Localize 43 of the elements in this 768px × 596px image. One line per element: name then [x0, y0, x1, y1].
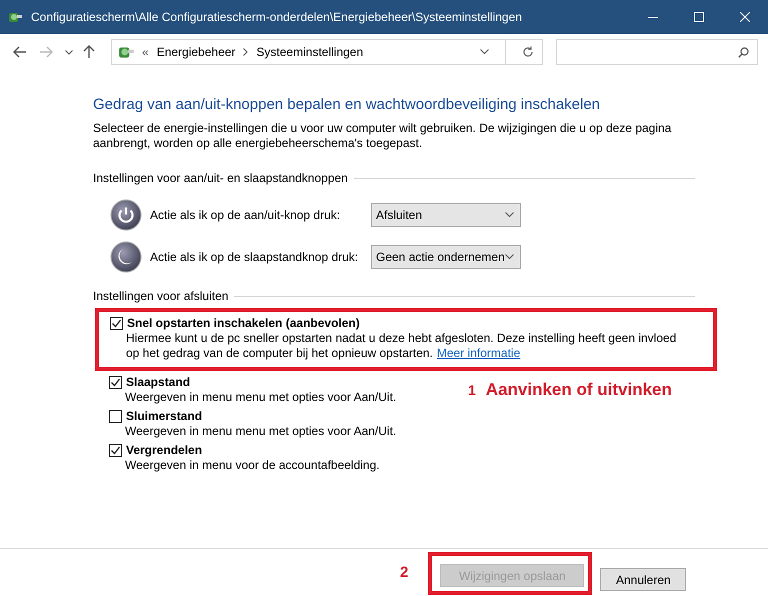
close-icon[interactable]: [740, 12, 750, 22]
section-title: Instellingen voor afsluiten: [93, 289, 228, 303]
section-title: Instellingen voor aan/uit- en slaapstandknoppen: [93, 171, 348, 185]
breadcrumb[interactable]: Energiebeheer: [156, 45, 236, 59]
callout-number: 2: [400, 564, 408, 581]
option-label[interactable]: Slaapstand: [126, 375, 190, 389]
chevron-down-icon: [505, 254, 514, 260]
action-dropdown[interactable]: Geen actie ondernemen: [371, 245, 521, 269]
option-description: Hiermee kunt u de pc sneller opstarten nadat u deze hebt afgesloten. Deze instelling heeft geen invloed op het gedrag van de computer bij het opnieuw opstarten. Meer informatie: [126, 331, 678, 361]
maximize-icon[interactable]: [694, 12, 704, 22]
callout-text: Aanvinken of uitvinken: [486, 380, 672, 400]
action-label: Actie als ik op de aan/uit-knop druk:: [150, 208, 342, 222]
overflow-chevrons[interactable]: «: [142, 45, 149, 59]
checkbox[interactable]: [109, 444, 122, 456]
checkbox[interactable]: [109, 376, 122, 388]
checkbox[interactable]: [109, 410, 122, 422]
option-label[interactable]: Vergrendelen: [126, 443, 202, 457]
action-label: Actie als ik op de slaapstandknop druk:: [150, 250, 360, 264]
breadcrumb-separator-icon[interactable]: [243, 48, 248, 56]
window-title: Configuratiescherm\Alle Configuratiescherm-onderdelen\Energiebeheer\Systeeminstellingen: [31, 10, 522, 24]
cancel-button[interactable]: Annuleren: [600, 568, 686, 591]
option-label[interactable]: Snel opstarten inschakelen (aanbevolen): [127, 316, 360, 330]
more-info-link[interactable]: Meer informatie: [436, 346, 520, 360]
option-description: Weergeven in menu voor de accountafbeelding.: [125, 458, 381, 473]
chevron-down-icon: [505, 212, 514, 218]
chevron-down-icon[interactable]: [480, 49, 489, 55]
search-field[interactable]: [556, 39, 758, 65]
checkbox[interactable]: [110, 316, 123, 330]
callout-number: 1: [468, 382, 476, 398]
option-description: Weergeven in menu menu met opties voor Aan/Uit.: [125, 424, 398, 439]
action-dropdown[interactable]: Afsluiten: [371, 203, 521, 227]
back-arrow-icon[interactable]: [13, 46, 27, 58]
option-label[interactable]: Sluimerstand: [126, 409, 202, 423]
page-heading: Gedrag van aan/uit-knoppen bepalen en wachtwoordbeveiliging inschakelen: [93, 96, 602, 113]
refresh-icon[interactable]: [522, 46, 534, 58]
search-icon: [738, 46, 749, 58]
page-description: Selecteer de energie-instellingen die u voor uw computer wilt gebruiken. De wijzigingen die u op deze pagina aanbrengt, worden op alle energiebeheerschema's toegepast.: [93, 121, 672, 151]
up-arrow-icon[interactable]: [83, 45, 95, 59]
address-bar[interactable]: « Energiebeheer Systeeminstellingen: [111, 39, 543, 65]
chevron-down-icon[interactable]: [65, 50, 73, 54]
breadcrumb[interactable]: Systeeminstellingen: [256, 45, 364, 59]
moon-button-icon: [110, 241, 142, 273]
power-button-icon: [110, 199, 142, 231]
